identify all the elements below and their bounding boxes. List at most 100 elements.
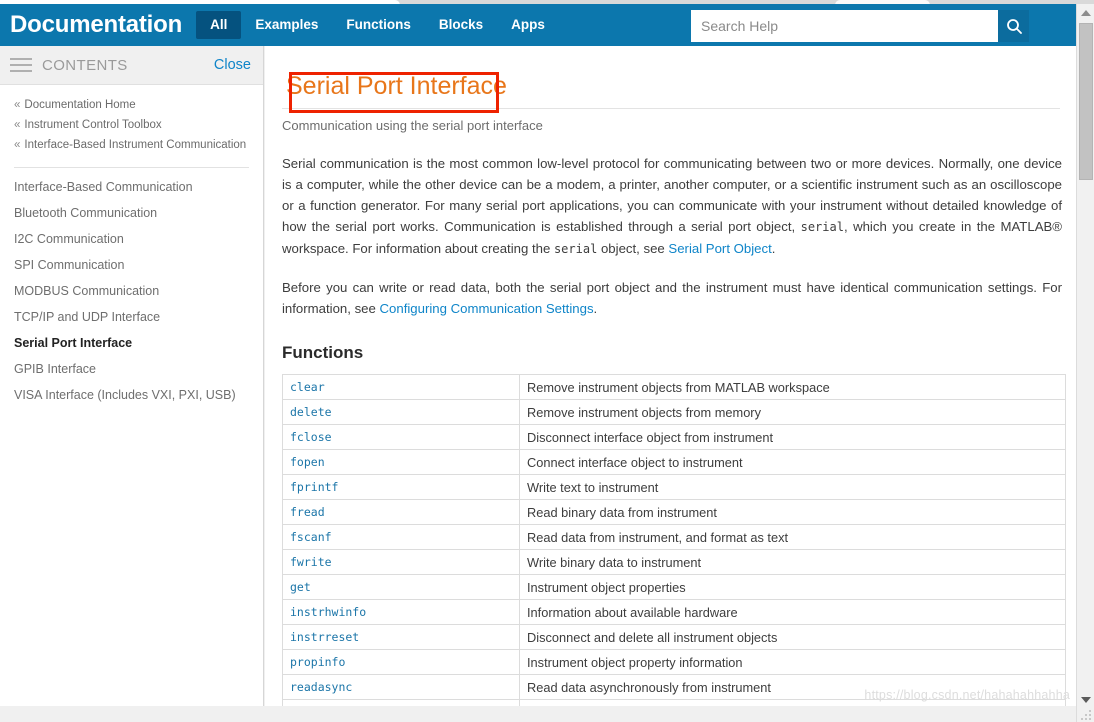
page-title: Serial Port Interface: [286, 72, 507, 100]
function-name-cell: clear: [282, 374, 520, 400]
documentation-content: Serial Port Interface Communication usin…: [265, 46, 1076, 706]
function-name-cell: fwrite: [282, 549, 520, 575]
search-input[interactable]: [691, 10, 998, 42]
link-configuring-communication-settings[interactable]: Configuring Communication Settings: [380, 301, 594, 316]
sidebar-item-spi-communication[interactable]: SPI Communication: [14, 252, 263, 278]
function-link[interactable]: fscanf: [290, 530, 332, 544]
breadcrumb-item-instrument-control-toolbox[interactable]: «Instrument Control Toolbox: [14, 115, 263, 135]
function-desc-cell: Read binary data from instrument: [519, 499, 1066, 525]
table-row: fwrite Write binary data to instrument: [282, 549, 1066, 575]
functions-table: clear Remove instrument objects from MAT…: [282, 374, 1066, 706]
function-name-cell: get: [282, 574, 520, 600]
breadcrumb-label: Documentation Home: [24, 99, 136, 111]
function-link[interactable]: fopen: [290, 455, 325, 469]
function-link[interactable]: fwrite: [290, 555, 332, 569]
table-row: fprintf Write text to instrument: [282, 474, 1066, 500]
function-desc-cell: Remove instrument objects from MATLAB wo…: [519, 374, 1066, 400]
function-desc-cell: Write binary data to instrument: [519, 549, 1066, 575]
breadcrumb-item-interface-based-instrument-communication[interactable]: «Interface-Based Instrument Communicatio…: [14, 135, 263, 155]
function-link[interactable]: fprintf: [290, 480, 338, 494]
function-name-cell: fread: [282, 499, 520, 525]
tab-apps[interactable]: Apps: [497, 11, 559, 39]
paragraph-text: object, see: [597, 241, 669, 256]
function-name-cell: propinfo: [282, 649, 520, 675]
sidebar-item-i2c-communication[interactable]: I2C Communication: [14, 226, 263, 252]
function-name-cell: fopen: [282, 449, 520, 475]
functions-table-body: clear Remove instrument objects from MAT…: [282, 374, 1066, 706]
function-link[interactable]: readasync: [290, 680, 352, 694]
search-icon: [1006, 18, 1022, 34]
breadcrumb-item-documentation-home[interactable]: «Documentation Home: [14, 95, 263, 115]
chevron-left-icon: «: [14, 119, 21, 131]
tab-all[interactable]: All: [196, 11, 242, 39]
title-divider: [282, 108, 1060, 109]
close-sidebar-button[interactable]: Close: [214, 57, 251, 73]
function-name-cell: fprintf: [282, 474, 520, 500]
function-desc-cell: Read data from instrument, and format as…: [519, 524, 1066, 550]
link-serial-port-object[interactable]: Serial Port Object: [668, 241, 771, 256]
function-link[interactable]: clear: [290, 380, 325, 394]
top-navbar: Documentation All Examples Functions Blo…: [0, 4, 1076, 46]
table-row: fclose Disconnect interface object from …: [282, 424, 1066, 450]
sidebar-item-bluetooth-communication[interactable]: Bluetooth Communication: [14, 200, 263, 226]
bottom-strip: [0, 706, 1076, 722]
chevron-down-icon: [1081, 696, 1091, 703]
brand-title: Documentation: [10, 11, 183, 38]
inline-code-serial: serial: [800, 220, 844, 234]
function-link[interactable]: get: [290, 580, 311, 594]
vertical-scrollbar[interactable]: [1076, 4, 1094, 722]
function-link[interactable]: instrhwinfo: [290, 605, 366, 619]
function-desc-cell: Remove instrument objects from memory: [519, 399, 1066, 425]
breadcrumb-label: Instrument Control Toolbox: [24, 119, 162, 131]
nav-tabs: All Examples Functions Blocks Apps: [196, 4, 559, 46]
function-name-cell: fscanf: [282, 524, 520, 550]
paragraph-text: .: [593, 301, 598, 316]
function-link[interactable]: instrreset: [290, 630, 359, 644]
sidebar-nav-list: Interface-Based Communication Bluetooth …: [0, 172, 263, 408]
sidebar-item-tcpip-and-udp-interface[interactable]: TCP/IP and UDP Interface: [14, 304, 263, 330]
breadcrumb-label: Interface-Based Instrument Communication: [24, 139, 247, 151]
table-row: fread Read binary data from instrument: [282, 499, 1066, 525]
tab-examples[interactable]: Examples: [241, 11, 332, 39]
sidebar-divider: [14, 167, 249, 168]
chevron-left-icon: «: [14, 139, 21, 151]
function-desc-cell: Write text to instrument: [519, 474, 1066, 500]
scroll-up-arrow[interactable]: [1077, 4, 1094, 21]
search-button[interactable]: [998, 10, 1029, 42]
scrollbar-thumb[interactable]: [1079, 23, 1093, 180]
function-link[interactable]: fclose: [290, 430, 332, 444]
chevron-up-icon: [1081, 9, 1091, 16]
function-desc-cell: Instrument object property information: [519, 649, 1066, 675]
intro-paragraph: Serial communication is the most common …: [282, 153, 1066, 260]
sidebar-item-visa-interface[interactable]: VISA Interface (Includes VXI, PXI, USB): [14, 382, 263, 408]
function-link[interactable]: propinfo: [290, 655, 345, 669]
function-desc-cell: Disconnect and delete all instrument obj…: [519, 624, 1066, 650]
table-row: clear Remove instrument objects from MAT…: [282, 374, 1066, 400]
sidebar-header: CONTENTS Close: [0, 46, 263, 85]
tab-blocks[interactable]: Blocks: [425, 11, 497, 39]
function-link[interactable]: fread: [290, 505, 325, 519]
sidebar-item-modbus-communication[interactable]: MODBUS Communication: [14, 278, 263, 304]
function-name-cell: instrreset: [282, 624, 520, 650]
page-subtitle: Communication using the serial port inte…: [282, 118, 543, 133]
table-row: instrhwinfo Information about available …: [282, 599, 1066, 625]
search-container: [691, 10, 1029, 42]
function-link[interactable]: delete: [290, 405, 332, 419]
scroll-down-arrow[interactable]: [1077, 691, 1094, 708]
hamburger-icon[interactable]: [10, 58, 32, 72]
inline-code-serial: serial: [553, 242, 598, 256]
sidebar-item-gpib-interface[interactable]: GPIB Interface: [14, 356, 263, 382]
function-name-cell: readasync: [282, 674, 520, 700]
sidebar-item-interface-based-communication[interactable]: Interface-Based Communication: [14, 174, 263, 200]
function-desc-cell: Disconnect interface object from instrum…: [519, 424, 1066, 450]
settings-paragraph: Before you can write or read data, both …: [282, 277, 1066, 319]
function-desc-cell: Connect interface object to instrument: [519, 449, 1066, 475]
tab-functions[interactable]: Functions: [332, 11, 425, 39]
functions-heading: Functions: [282, 343, 364, 362]
chevron-left-icon: «: [14, 99, 21, 111]
table-row: fscanf Read data from instrument, and fo…: [282, 524, 1066, 550]
table-row: readasync Read data asynchronously from …: [282, 674, 1066, 700]
function-desc-cell: Instrument object properties: [519, 574, 1066, 600]
sidebar-item-serial-port-interface[interactable]: Serial Port Interface: [14, 330, 263, 356]
function-desc-cell: Read data asynchronously from instrument: [519, 674, 1066, 700]
